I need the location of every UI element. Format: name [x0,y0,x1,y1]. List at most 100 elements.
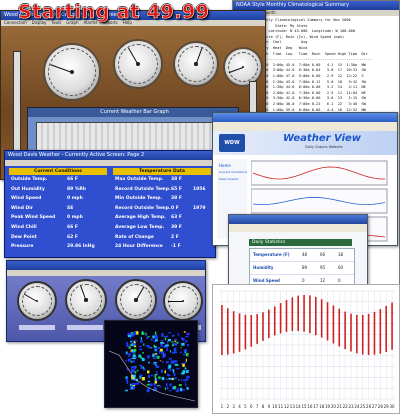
range-bar [361,314,364,355]
radar-echo [155,354,158,357]
conditions-row: 24 Hour Difference -1 F [113,244,211,253]
conditions-label: Pressure [11,244,34,250]
summary-low: 60 [338,265,344,270]
radar-echo [164,370,166,374]
radar-echo [173,372,175,376]
x-tick-label: 11 [278,404,284,409]
x-tick-label: 7 [256,404,259,409]
radar-echo [161,339,164,342]
conditions-row: Min Outside Temp. 38 F [113,196,211,205]
conditions-row: Average Low Temp. 39 F [113,225,211,234]
radar-echo [132,368,135,373]
x-tick-label: 19 [325,404,331,409]
x-tick-label: 14 [296,404,302,409]
conditions-row: Dew Point 62 F [9,235,107,244]
radar-echo [159,348,163,352]
summary-toolbar [229,224,367,232]
radar-echo [141,376,145,381]
conditions-value: 65 F [171,186,182,192]
nav-current[interactable]: Current Conditions [219,170,247,174]
range-bar [367,313,370,355]
radar-echo [153,344,156,347]
radar-echo [139,374,143,377]
radar-echo [175,390,179,393]
x-tick-label: 18 [319,404,325,409]
radar-echo [178,379,180,381]
conditions-label: Peak Wind Speed [11,215,56,221]
radar-echo [134,367,136,370]
radar-echo [180,346,182,349]
radar-echo [148,361,150,364]
bottom-bar-chart: 1 2 3 4 5 6 7 8 9 10 11 12 13 14 15 16 17 18 19 20 21 22 23 24 2… [212,284,400,414]
summary-value: 0 [302,278,305,283]
x-tick-label: 26 [366,404,372,409]
range-bar [244,314,247,350]
range-bar [262,312,264,341]
radar-echo [181,379,183,382]
range-bar [379,309,382,354]
radar-echo [186,332,190,336]
conditions-value: 63 F [171,215,182,221]
summary-low: 38 [338,252,344,257]
gauge-panel-titlebar [7,261,205,270]
radar-echo [182,389,185,391]
radar-echo [168,365,171,369]
conditions-label: Record Outside Temp. [115,205,171,211]
x-tick-label: 24 [354,404,360,409]
mini-graph-frame [251,188,388,214]
summary-label: Temperature (F) [253,252,290,257]
radar-echo [183,331,186,333]
radar-echo [182,354,186,356]
radar-echo [141,365,143,369]
radar-echo [131,331,133,335]
conditions-window: Wood Davis Weather - Currently Active Sc… [4,150,216,258]
radar-echo [159,360,162,362]
radar-echo [129,344,131,347]
conditions-label: Dew Point [11,234,37,240]
radar-echo [140,336,142,340]
radar-echo [165,335,169,338]
range-bar [309,295,311,334]
radar-echo [155,371,158,374]
radar-echo [168,357,172,360]
conditions-value: -1 F [171,244,181,250]
radar-echo [148,346,151,349]
radar-echo [185,340,188,342]
weather-view-titlebar [213,113,397,122]
headline: Starting at 49.99 [18,1,210,24]
summary-label: Humidity [253,265,274,270]
nav-home[interactable]: Home [219,163,231,168]
x-tick-label: 16 [307,404,313,409]
range-bar [279,303,282,334]
radar-echo [165,361,169,364]
radar-echo [126,380,129,384]
radar-echo [178,384,182,387]
radar-echo [133,379,136,382]
radar-echo [156,385,161,387]
range-bar [373,311,376,355]
radar-echo [134,339,137,342]
range-bar [332,305,335,344]
conditions-label: Rate of Change [115,234,154,240]
radar-echo [130,335,134,337]
range-bar [221,305,223,355]
conditions-value: 29.86 InHg [67,244,95,250]
radar-echo [186,344,189,347]
conditions-value: 66 F [67,225,78,230]
radar-echo [183,349,188,352]
summary-row: Humidity 89 95 60 [250,262,354,275]
radar-echo [186,375,190,379]
radar-echo [161,376,165,381]
gauge-icon [223,47,263,87]
conditions-value: 38 F [171,196,182,202]
radar-echo [135,357,137,359]
gauge-row [1,37,265,107]
radar-echo [166,386,169,390]
radar-echo [171,351,175,354]
radar-echo [154,363,157,365]
gauge-icon [113,39,163,89]
x-tick-label: 1 [221,404,224,409]
radar-echo [146,337,149,339]
weather-view-title: Weather View [283,133,362,144]
nav-graphs[interactable]: Daily Graphs [219,177,238,181]
